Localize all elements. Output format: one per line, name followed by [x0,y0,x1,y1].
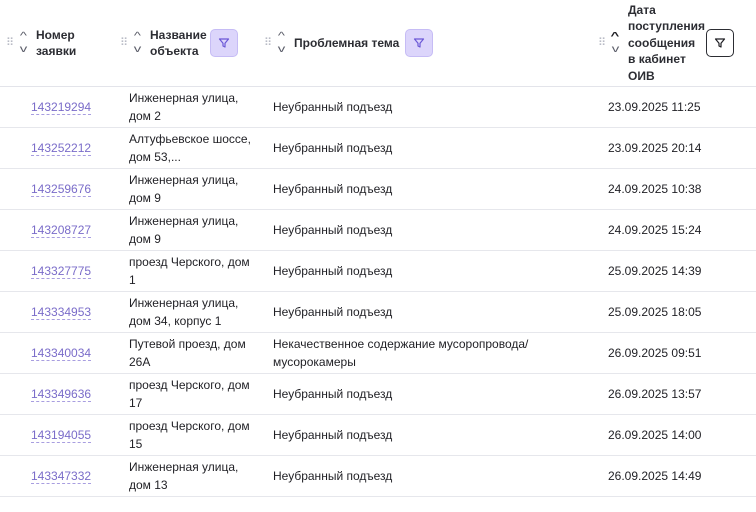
received-date: 24.09.2025 10:38 [608,182,702,196]
table-row[interactable]: 143327775 проезд Черского, дом 1 Неубран… [0,251,756,292]
chevron-down-icon[interactable]: v [133,43,141,56]
column-title[interactable]: Название объекта [150,27,207,60]
request-number-link[interactable]: 143208727 [31,223,92,238]
received-date: 23.09.2025 20:14 [608,141,702,155]
table-row[interactable]: 143208727 Инженерная улица, дом 9 Неубра… [0,210,756,251]
filter-button[interactable] [706,29,734,57]
sort-toggle[interactable]: ^ v [130,30,144,56]
filter-button[interactable] [210,29,238,57]
table-row[interactable]: 143219294 Инженерная улица, дом 2 Неубра… [0,87,756,128]
object-name: проезд Черского, дом 1 [129,255,250,287]
problem-topic: Неубранный подъезд [273,223,393,237]
chevron-down-icon[interactable]: v [19,43,27,56]
problem-topic: Неубранный подъезд [273,141,393,155]
received-date: 26.09.2025 13:57 [608,387,702,401]
drag-handle-icon[interactable]: ⠿ [6,37,14,49]
table-row[interactable]: 143349636 проезд Черского, дом 17 Неубра… [0,374,756,415]
object-name: Путевой проезд, дом 26А [129,337,246,369]
table-body: 143219294 Инженерная улица, дом 2 Неубра… [0,87,756,497]
object-name: Инженерная улица, дом 2 [129,91,239,123]
sort-toggle[interactable]: ^ v [16,30,30,56]
object-name: Алтуфьевское шоссе, дом 53,... [129,132,251,164]
object-name: Инженерная улица, дом 9 [129,173,239,205]
drag-handle-icon[interactable]: ⠿ [120,37,128,49]
request-number-link[interactable]: 143334953 [31,305,92,320]
problem-topic: Некачественное содержание мусоропровода/… [273,337,529,369]
request-number-link[interactable]: 143259676 [31,182,92,197]
sort-toggle[interactable]: ^ v [274,30,288,56]
column-title[interactable]: Номер заявки [36,27,96,60]
chevron-up-icon[interactable]: ^ [133,30,140,43]
received-date: 24.09.2025 15:24 [608,223,702,237]
received-date: 25.09.2025 14:39 [608,264,702,278]
received-date: 23.09.2025 11:25 [608,100,701,114]
object-name: Инженерная улица, дом 13 [129,460,239,492]
request-number-link[interactable]: 143340034 [31,346,92,361]
problem-topic: Неубранный подъезд [273,264,393,278]
table-row[interactable]: 143340034 Путевой проезд, дом 26А Некаче… [0,333,756,374]
table-row[interactable]: 143347332 Инженерная улица, дом 13 Неубр… [0,456,756,497]
chevron-down-icon[interactable]: v [277,43,285,56]
request-number-link[interactable]: 143347332 [31,469,92,484]
request-number-link[interactable]: 143252212 [31,141,92,156]
requests-table: ⠿ ^ v Номер заявки ⠿ ^ v Название объект… [0,0,756,497]
filter-icon [218,38,230,48]
column-title[interactable]: Дата поступления сообщения в кабинет ОИВ [628,2,705,85]
received-date: 26.09.2025 14:49 [608,469,702,483]
table-row[interactable]: 143194055 проезд Черского, дом 15 Неубра… [0,415,756,456]
received-date: 25.09.2025 18:05 [608,305,702,319]
chevron-up-icon[interactable]: ^ [19,30,26,43]
problem-topic: Неубранный подъезд [273,387,393,401]
request-number-link[interactable]: 143194055 [31,428,92,443]
drag-handle-icon[interactable]: ⠿ [264,37,272,49]
problem-topic: Неубранный подъезд [273,428,393,442]
received-date: 26.09.2025 14:00 [608,428,702,442]
request-number-link[interactable]: 143219294 [31,100,92,115]
object-name: Инженерная улица, дом 34, корпус 1 [129,296,239,328]
sort-toggle[interactable]: ^ v [608,30,622,56]
column-header-topic: ⠿ ^ v Проблемная тема [264,0,434,86]
request-number-link[interactable]: 143349636 [31,387,92,402]
problem-topic: Неубранный подъезд [273,305,393,319]
object-name: проезд Черского, дом 15 [129,419,250,451]
table-row[interactable]: 143259676 Инженерная улица, дом 9 Неубра… [0,169,756,210]
problem-topic: Неубранный подъезд [273,100,393,114]
chevron-up-icon[interactable]: ^ [277,30,284,43]
column-header-date: ⠿ ^ v Дата поступления сообщения в кабин… [598,0,734,86]
object-name: проезд Черского, дом 17 [129,378,250,410]
chevron-down-icon[interactable]: v [611,43,619,56]
received-date: 26.09.2025 09:51 [608,346,702,360]
table-header: ⠿ ^ v Номер заявки ⠿ ^ v Название объект… [0,0,756,87]
filter-icon [414,38,425,48]
filter-icon [714,38,726,48]
request-number-link[interactable]: 143327775 [31,264,92,279]
drag-handle-icon[interactable]: ⠿ [598,37,606,49]
column-title[interactable]: Проблемная тема [294,35,399,52]
column-header-number: ⠿ ^ v Номер заявки [6,0,96,86]
table-row[interactable]: 143252212 Алтуфьевское шоссе, дом 53,...… [0,128,756,169]
table-row[interactable]: 143334953 Инженерная улица, дом 34, корп… [0,292,756,333]
filter-button[interactable] [405,29,434,57]
chevron-up-icon[interactable]: ^ [611,30,620,43]
object-name: Инженерная улица, дом 9 [129,214,239,246]
problem-topic: Неубранный подъезд [273,469,393,483]
column-header-object: ⠿ ^ v Название объекта [120,0,238,86]
problem-topic: Неубранный подъезд [273,182,393,196]
